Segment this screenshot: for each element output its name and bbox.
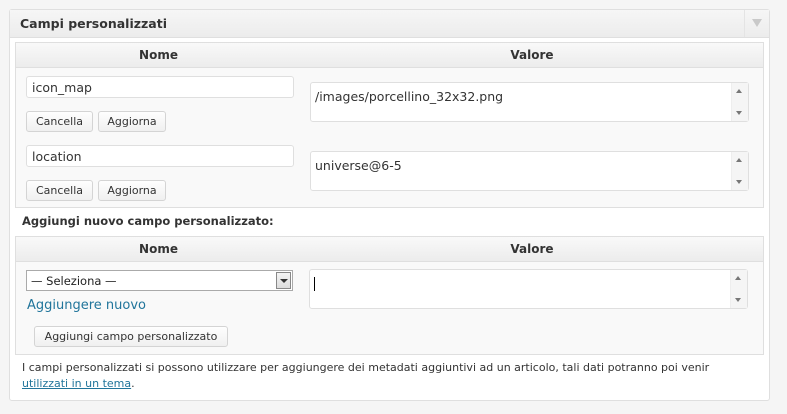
existing-fields-table: Nome Valore icon_map Cancella Aggiorna /… <box>15 42 764 208</box>
box-header[interactable]: Campi personalizzati <box>10 10 769 38</box>
scroll-down-arrow-icon[interactable] <box>736 180 742 184</box>
field-value-textarea[interactable]: /images/porcellino_32x32.png <box>310 82 749 122</box>
text-caret <box>314 277 315 291</box>
select-value: — Seleziona — <box>31 274 117 288</box>
textarea-scrollbar[interactable] <box>731 83 748 121</box>
toggle-button[interactable] <box>744 10 769 37</box>
column-name-header: Nome <box>139 48 178 62</box>
table-header: Nome Valore <box>16 237 763 262</box>
themes-help-link[interactable]: utilizzati in un tema <box>22 377 131 390</box>
chevron-down-icon <box>280 279 288 283</box>
table-header: Nome Valore <box>16 43 763 68</box>
update-button[interactable]: Aggiorna <box>98 180 166 201</box>
help-description: I campi personalizzati si possono utiliz… <box>22 361 710 374</box>
textarea-scrollbar[interactable] <box>730 270 747 308</box>
scroll-up-arrow-icon[interactable] <box>735 276 741 280</box>
delete-button[interactable]: Cancella <box>26 111 93 132</box>
scroll-down-arrow-icon[interactable] <box>736 111 742 115</box>
help-text: I campi personalizzati si possono utiliz… <box>22 360 762 392</box>
add-new-field-label: Aggiungi nuovo campo personalizzato: <box>22 214 274 228</box>
field-key-select[interactable]: — Seleziona — <box>26 270 293 291</box>
new-field-value-textarea[interactable] <box>309 269 748 309</box>
add-new-link[interactable]: Aggiungere nuovo <box>27 298 146 313</box>
scroll-up-arrow-icon[interactable] <box>736 89 742 93</box>
column-value-header: Valore <box>510 242 554 256</box>
box-title: Campi personalizzati <box>20 16 167 31</box>
field-value-textarea[interactable]: universe@6-5 <box>310 151 749 191</box>
field-key-input[interactable]: location <box>26 145 294 167</box>
triangle-down-icon <box>752 19 762 27</box>
scroll-up-arrow-icon[interactable] <box>736 158 742 162</box>
column-value-header: Valore <box>510 48 554 62</box>
update-button[interactable]: Aggiorna <box>98 111 166 132</box>
field-key-input[interactable]: icon_map <box>26 76 294 98</box>
select-dropdown-button[interactable] <box>276 272 291 289</box>
scroll-down-arrow-icon[interactable] <box>735 298 741 302</box>
add-custom-field-button[interactable]: Aggiungi campo personalizzato <box>34 326 228 347</box>
custom-fields-box: Campi personalizzati Nome Valore icon_ma… <box>9 9 770 401</box>
delete-button[interactable]: Cancella <box>26 180 93 201</box>
column-name-header: Nome <box>139 242 178 256</box>
field-value-text: universe@6-5 <box>315 158 402 173</box>
textarea-scrollbar[interactable] <box>731 152 748 190</box>
field-value-text: /images/porcellino_32x32.png <box>315 89 504 104</box>
help-suffix: . <box>131 377 135 390</box>
